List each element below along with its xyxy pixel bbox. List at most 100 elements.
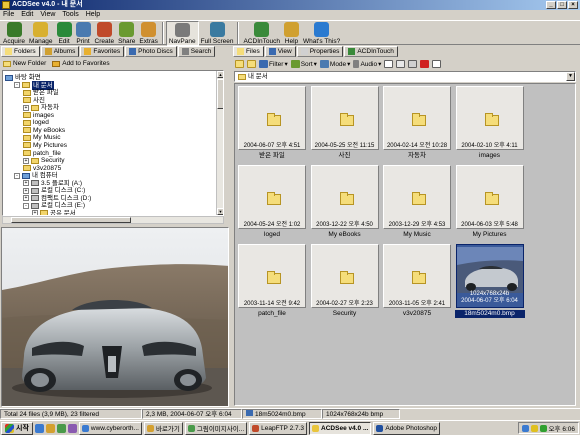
add-to-favorites-label: Add to Favorites — [62, 60, 110, 67]
toolbar-button-help[interactable]: Help — [282, 21, 301, 46]
toolbar-button-acdintouch[interactable]: ACDInTouch — [241, 21, 282, 46]
new-folder-icon — [3, 60, 11, 67]
toolbar-button-label: Share — [118, 38, 136, 45]
page-icon[interactable] — [384, 60, 394, 68]
files-tab-icon — [237, 48, 244, 55]
taskbar-task-button[interactable]: ACDSee v4.0 ... — [309, 421, 372, 435]
thumbnail-item[interactable]: 2004-02-10 오후 4:11 images — [455, 85, 525, 162]
paste-icon[interactable] — [408, 60, 418, 68]
thumbnail-item[interactable]: 2004-05-24 오전 1:02 loged — [237, 164, 307, 241]
thumbnail-item[interactable]: 2004-06-07 오후 4:51 받은 파일 — [237, 85, 307, 162]
tree-vertical-scrollbar[interactable]: ▲ ▼ — [216, 71, 223, 215]
tab-albums[interactable]: Albums — [40, 46, 80, 57]
sort-dropdown[interactable]: Sort ▾ — [290, 60, 317, 68]
scroll-thumb[interactable] — [217, 79, 223, 109]
view-tab-icon — [268, 48, 276, 55]
tab-photo-discs[interactable]: Photo Discs — [125, 46, 177, 57]
window-title: ACDSee v4.0 - 내 문서 — [12, 1, 83, 8]
thumbnail-date: 2004-05-24 오전 1:02 — [243, 222, 301, 228]
toolbar-button-edit[interactable]: Edit — [55, 21, 74, 46]
tab-files[interactable]: Files — [233, 46, 264, 57]
address-dropdown-button[interactable]: ▼ — [566, 72, 575, 81]
tree-item[interactable]: + 공유 문서 — [32, 209, 76, 215]
menu-tools[interactable]: Tools — [62, 10, 78, 20]
status-dims: 1024x768x24b bmp — [322, 409, 400, 419]
filter-dropdown[interactable]: Filter ▾ — [259, 60, 288, 68]
toolbar-button-what-s-this[interactable]: What's This? — [301, 21, 342, 46]
thumbnail-item[interactable]: 2004-02-14 오전 10:28 자동차 — [382, 85, 452, 162]
folder-icon — [412, 192, 426, 205]
toolbar-button-full-screen[interactable]: Full Screen — [199, 21, 236, 46]
thumbnail-date: 2003-12-22 오후 4:50 — [316, 222, 373, 228]
minimize-button[interactable]: _ — [546, 1, 556, 9]
hscroll-thumb[interactable] — [11, 217, 131, 223]
favorites-icon — [52, 60, 61, 67]
taskbar-task-button[interactable]: LeapFTP 2.7.3 — [249, 421, 308, 435]
folder-tree[interactable]: ▲ ▼ 바탕 화면 - 내 문서 받은 파일 사진 + 자동차 images loged My e… — [2, 70, 224, 216]
thumbnail-name: patch_file — [258, 310, 286, 317]
folder-icon — [412, 271, 426, 284]
toolbar-button-extras[interactable]: Extras — [137, 21, 159, 46]
network-tray-icon[interactable] — [521, 424, 529, 432]
collapse-icon[interactable]: - — [14, 82, 20, 89]
thumbnail-item[interactable]: 2004-06-03 오후 5:48 My Pictures — [455, 164, 525, 241]
desktop-quicklaunch-icon[interactable] — [45, 423, 55, 433]
start-button[interactable]: 시작 — [1, 421, 33, 435]
toolbar-button-share[interactable]: Share — [116, 21, 137, 46]
taskbar-task-button[interactable]: 그림이미지사이... — [184, 421, 248, 435]
media-quicklaunch-icon[interactable] — [67, 423, 77, 433]
delete-icon[interactable] — [420, 60, 430, 68]
thumbnail-item[interactable]: 2004-02-27 오후 2:23 Security — [310, 243, 380, 320]
toolbar-button-create[interactable]: Create — [93, 21, 117, 46]
collapse-icon[interactable]: - — [14, 172, 20, 179]
toolbar-button-print[interactable]: Print — [74, 21, 93, 46]
collapse-icon[interactable]: - — [23, 202, 29, 209]
taskbar-task-button[interactable]: 바로가기 — [143, 421, 183, 435]
toolbar-button-navpane[interactable]: NavPane — [165, 21, 199, 46]
toolbar-button-acquire[interactable]: Acquire — [1, 21, 27, 46]
filter-icon — [259, 60, 268, 68]
ie-quicklaunch-icon[interactable] — [34, 423, 44, 433]
toolbar-button-manage[interactable]: Manage — [27, 21, 55, 46]
audio-dropdown[interactable]: Audio ▾ — [353, 60, 381, 68]
scroll-up-arrow[interactable]: ▲ — [217, 71, 223, 78]
thumbnail-frame — [310, 86, 379, 150]
taskbar-task-button[interactable]: www.cyberorth... — [78, 421, 142, 435]
tab-folders[interactable]: Folders — [1, 46, 40, 57]
task-label: 그림이미지사이... — [196, 426, 245, 433]
menu-view[interactable]: View — [40, 10, 55, 20]
menu-help[interactable]: Help — [86, 10, 100, 20]
new-folder-button[interactable]: New Folder — [3, 60, 46, 67]
copy-icon[interactable] — [396, 60, 406, 68]
volume-tray-icon[interactable] — [530, 424, 538, 432]
thumbnail-item[interactable]: 2003-11-14 오전 9:42 patch_file — [237, 243, 307, 320]
menu-edit[interactable]: Edit — [21, 10, 33, 20]
antivirus-tray-icon[interactable] — [539, 424, 547, 432]
scroll-down-arrow[interactable]: ▼ — [217, 208, 223, 215]
thumbnail-item[interactable]: 2003-12-29 오후 4:53 My Music — [382, 164, 452, 241]
add-to-favorites-button[interactable]: Add to Favorites — [52, 60, 110, 67]
menu-file[interactable]: File — [3, 10, 14, 20]
tree-horizontal-scrollbar[interactable] — [2, 216, 224, 224]
folder-up-icon[interactable] — [235, 60, 244, 68]
thumbnail-item[interactable]: 2003-12-22 오후 4:50 My eBooks — [310, 164, 380, 241]
properties-icon[interactable] — [432, 60, 442, 68]
tab-acdintouch[interactable]: ACDInTouch — [344, 46, 398, 57]
thumbnail-item[interactable]: 2004-05-25 오전 11:15 사진 — [310, 85, 380, 162]
title-bar[interactable]: ACDSee v4.0 - 내 문서 _ □ × — [0, 0, 580, 10]
open-folder-icon[interactable] — [247, 60, 256, 68]
tab-properties[interactable]: Properties — [296, 46, 344, 57]
address-bar[interactable]: 내 문서 ▼ — [234, 71, 576, 82]
outlook-quicklaunch-icon[interactable] — [56, 423, 66, 433]
thumbnail-frame — [383, 244, 451, 308]
tab-favorites[interactable]: Favorites — [80, 46, 125, 57]
maximize-button[interactable]: □ — [557, 1, 567, 9]
taskbar-task-button[interactable]: Adobe Photoshop — [373, 421, 441, 435]
thumbnail-item[interactable]: 2003-11-05 오후 2:41 v3v20875 — [382, 243, 452, 320]
acdsee-window: ACDSee v4.0 - 내 문서 _ □ × File Edit View … — [0, 0, 580, 435]
mode-dropdown[interactable]: Mode ▾ — [319, 60, 350, 68]
tab-view[interactable]: View — [264, 46, 296, 57]
thumbnail-item[interactable]: 1024x768x24b 2004-06-07 오후 6:04 18m5024m0.… — [454, 243, 525, 320]
tab-search[interactable]: Search — [177, 46, 216, 57]
close-button[interactable]: × — [568, 1, 578, 9]
